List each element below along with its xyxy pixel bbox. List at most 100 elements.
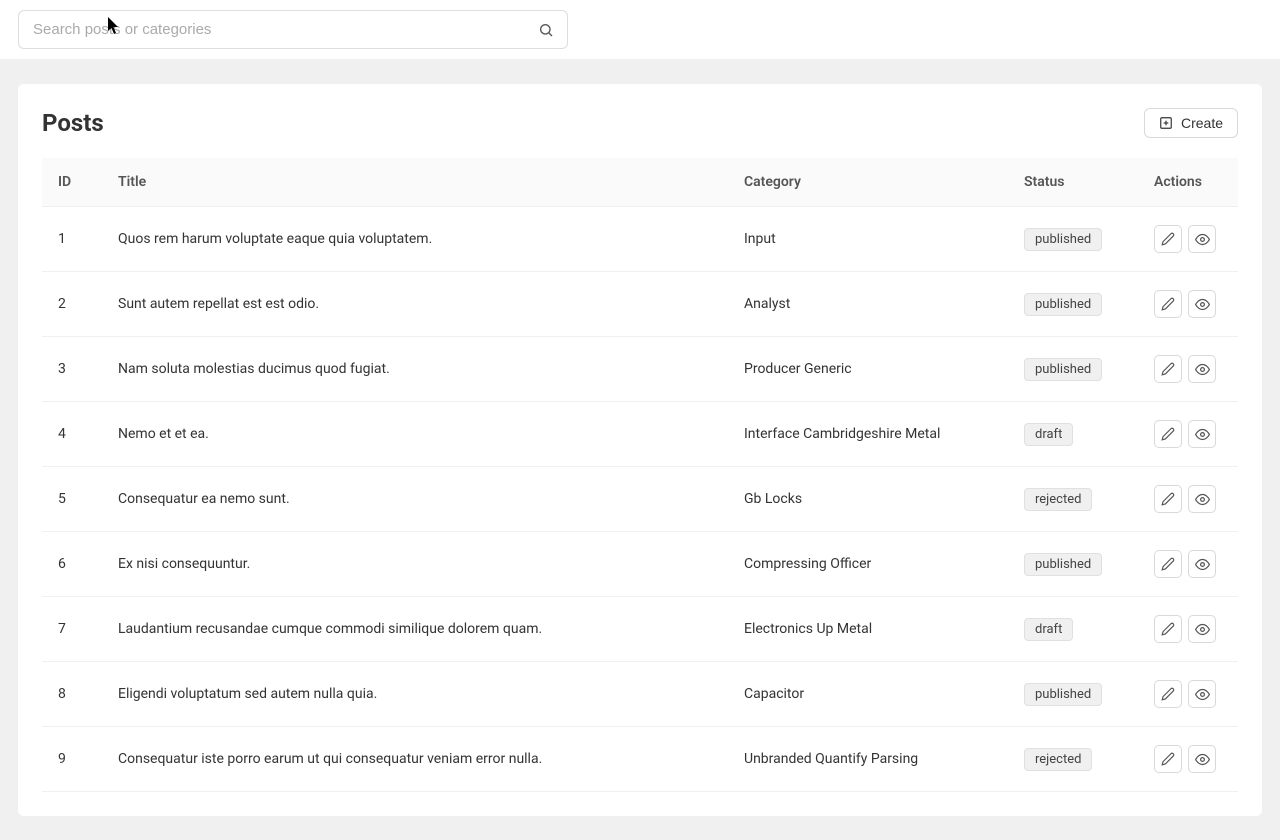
cell-title: Consequatur iste porro earum ut qui cons… (102, 727, 728, 792)
cell-title: Sunt autem repellat est est odio. (102, 272, 728, 337)
status-badge: rejected (1024, 748, 1092, 771)
status-badge: published (1024, 683, 1102, 706)
cell-actions (1138, 207, 1238, 272)
cell-actions (1138, 662, 1238, 727)
cell-status: rejected (1008, 467, 1138, 532)
status-badge: published (1024, 228, 1102, 251)
eye-icon (1195, 557, 1210, 572)
th-status[interactable]: Status (1008, 158, 1138, 207)
cell-category: Gb Locks (728, 467, 1008, 532)
cell-id: 2 (42, 272, 102, 337)
th-actions: Actions (1138, 158, 1238, 207)
cell-id: 5 (42, 467, 102, 532)
search-wrap (18, 10, 568, 49)
cell-title: Nemo et et ea. (102, 402, 728, 467)
table-row: 9Consequatur iste porro earum ut qui con… (42, 727, 1238, 792)
cell-status: draft (1008, 402, 1138, 467)
cell-title: Eligendi voluptatum sed autem nulla quia… (102, 662, 728, 727)
status-badge: rejected (1024, 488, 1092, 511)
cell-id: 4 (42, 402, 102, 467)
view-button[interactable] (1188, 680, 1216, 708)
edit-button[interactable] (1154, 485, 1182, 513)
th-title[interactable]: Title (102, 158, 728, 207)
edit-button[interactable] (1154, 225, 1182, 253)
cell-id: 3 (42, 337, 102, 402)
cell-title: Nam soluta molestias ducimus quod fugiat… (102, 337, 728, 402)
search-input[interactable] (18, 10, 568, 49)
cell-category: Input (728, 207, 1008, 272)
cell-id: 7 (42, 597, 102, 662)
cell-category: Capacitor (728, 662, 1008, 727)
status-badge: published (1024, 553, 1102, 576)
cell-status: rejected (1008, 727, 1138, 792)
cell-title: Quos rem harum voluptate eaque quia volu… (102, 207, 728, 272)
search-icon[interactable] (538, 22, 554, 38)
cell-actions (1138, 337, 1238, 402)
cell-status: published (1008, 532, 1138, 597)
edit-button[interactable] (1154, 550, 1182, 578)
view-button[interactable] (1188, 485, 1216, 513)
edit-icon (1161, 492, 1175, 506)
eye-icon (1195, 232, 1210, 247)
view-button[interactable] (1188, 550, 1216, 578)
status-badge: draft (1024, 618, 1073, 641)
cell-status: published (1008, 662, 1138, 727)
view-button[interactable] (1188, 225, 1216, 253)
cell-actions (1138, 467, 1238, 532)
cell-title: Consequatur ea nemo sunt. (102, 467, 728, 532)
cell-actions (1138, 532, 1238, 597)
view-button[interactable] (1188, 420, 1216, 448)
table-header-row: ID Title Category Status Actions (42, 158, 1238, 207)
cell-id: 9 (42, 727, 102, 792)
table-row: 2Sunt autem repellat est est odio.Analys… (42, 272, 1238, 337)
card-header: Posts Create (42, 108, 1238, 138)
cell-status: draft (1008, 597, 1138, 662)
edit-icon (1161, 427, 1175, 441)
th-id[interactable]: ID (42, 158, 102, 207)
edit-icon (1161, 232, 1175, 246)
cell-status: published (1008, 337, 1138, 402)
status-badge: published (1024, 293, 1102, 316)
table-row: 4Nemo et et ea.Interface Cambridgeshire … (42, 402, 1238, 467)
cell-status: published (1008, 207, 1138, 272)
edit-button[interactable] (1154, 420, 1182, 448)
view-button[interactable] (1188, 745, 1216, 773)
edit-button[interactable] (1154, 290, 1182, 318)
edit-icon (1161, 362, 1175, 376)
eye-icon (1195, 362, 1210, 377)
table-row: 5Consequatur ea nemo sunt.Gb Locks reject… (42, 467, 1238, 532)
status-badge: draft (1024, 423, 1073, 446)
posts-card: Posts Create ID Title Category Status Ac… (18, 84, 1262, 816)
edit-button[interactable] (1154, 680, 1182, 708)
edit-button[interactable] (1154, 355, 1182, 383)
eye-icon (1195, 752, 1210, 767)
edit-button[interactable] (1154, 615, 1182, 643)
cell-category: Producer Generic (728, 337, 1008, 402)
eye-icon (1195, 622, 1210, 637)
create-button[interactable]: Create (1144, 108, 1238, 138)
cell-category: Compressing Officer (728, 532, 1008, 597)
th-category[interactable]: Category (728, 158, 1008, 207)
cell-category: Interface Cambridgeshire Metal (728, 402, 1008, 467)
view-button[interactable] (1188, 355, 1216, 383)
cell-id: 1 (42, 207, 102, 272)
page-title: Posts (42, 109, 104, 137)
eye-icon (1195, 492, 1210, 507)
edit-icon (1161, 687, 1175, 701)
cell-actions (1138, 272, 1238, 337)
edit-icon (1161, 752, 1175, 766)
content-area: Posts Create ID Title Category Status Ac… (0, 60, 1280, 840)
eye-icon (1195, 687, 1210, 702)
view-button[interactable] (1188, 290, 1216, 318)
cell-title: Laudantium recusandae cumque commodi sim… (102, 597, 728, 662)
cell-category: Unbranded Quantify Parsing (728, 727, 1008, 792)
status-badge: published (1024, 358, 1102, 381)
table-row: 8Eligendi voluptatum sed autem nulla qui… (42, 662, 1238, 727)
view-button[interactable] (1188, 615, 1216, 643)
table-row: 7Laudantium recusandae cumque commodi si… (42, 597, 1238, 662)
edit-button[interactable] (1154, 745, 1182, 773)
create-button-label: Create (1181, 115, 1223, 131)
cell-actions (1138, 402, 1238, 467)
eye-icon (1195, 297, 1210, 312)
edit-icon (1161, 557, 1175, 571)
